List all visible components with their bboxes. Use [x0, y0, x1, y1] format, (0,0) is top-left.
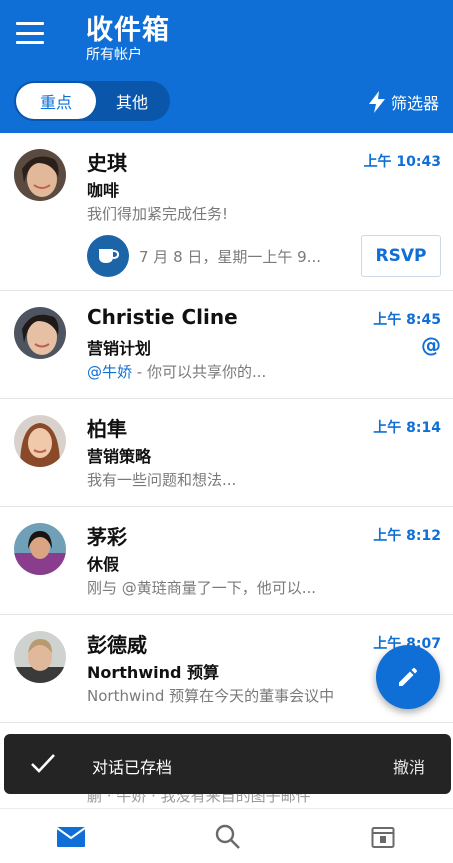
pencil-icon [399, 667, 418, 686]
message-preview: 我有一些问题和想法... [87, 471, 237, 489]
message-time: 上午 10:43 [363, 154, 441, 170]
mention-text: @牛娇 [87, 363, 133, 381]
event-time-text: 7 月 8 日，星期一上午 9... [139, 248, 322, 266]
message-item[interactable]: 史琪 上午 10:43 咖啡 我们得加紧完成任务! 7 月 8 日，星期一上午 … [0, 133, 453, 291]
preview-text: - 你可以共享你的... [132, 363, 267, 381]
compose-button[interactable] [376, 645, 440, 709]
message-subject: 休假 [87, 555, 120, 574]
avatar [14, 307, 66, 359]
tab-focused[interactable]: 重点 [16, 83, 96, 119]
mention-at-icon: @ [421, 333, 441, 357]
tab-other[interactable]: 其他 [96, 83, 168, 119]
search-nav-button[interactable] [213, 823, 243, 851]
message-item[interactable]: 茅彩 上午 8:12 休假 刚与 @黄琏商量了一下，他可以... [0, 507, 453, 615]
coffee-cup-icon [87, 235, 129, 277]
lightning-icon [368, 91, 385, 113]
filter-button[interactable]: 筛选器 [368, 90, 439, 114]
message-subject: 营销计划 [87, 339, 152, 358]
sender-name: 柏隼 [87, 417, 127, 441]
sender-name: 彭德威 [87, 633, 147, 657]
account-subtitle: 所有帐户 [86, 47, 142, 63]
bottom-nav [0, 808, 453, 863]
message-time: 上午 8:14 [373, 420, 441, 436]
avatar [14, 523, 66, 575]
page-title: 收件箱 [86, 15, 170, 46]
mail-icon [57, 827, 85, 847]
message-preview: Northwind 预算在今天的董事会议中 [87, 687, 335, 705]
filter-label: 筛选器 [390, 94, 439, 113]
avatar [14, 631, 66, 683]
rsvp-button[interactable]: RSVP [361, 235, 441, 277]
message-subject: 营销策略 [87, 447, 152, 466]
check-icon [31, 754, 55, 773]
avatar [14, 149, 66, 201]
mail-nav-button[interactable] [56, 823, 86, 851]
snackbar: 对话已存档 撤消 [4, 734, 451, 794]
message-subject: Northwind 预算 [87, 663, 219, 682]
calendar-nav-button[interactable] [368, 823, 398, 851]
message-item[interactable]: 柏隼 上午 8:14 营销策略 我有一些问题和想法... [0, 399, 453, 507]
message-preview: @牛娇 - 你可以共享你的... [87, 361, 387, 382]
message-preview: 刚与 @黄琏商量了一下，他可以... [87, 579, 317, 597]
inbox-toggle: 重点 其他 [14, 81, 170, 121]
message-time: 上午 8:12 [373, 528, 441, 544]
sender-name: Christie Cline [87, 305, 238, 329]
snackbar-message: 对话已存档 [92, 758, 173, 777]
message-preview: 我们得加紧完成任务! [87, 205, 229, 223]
calendar-icon [371, 827, 395, 848]
message-list: 史琪 上午 10:43 咖啡 我们得加紧完成任务! 7 月 8 日，星期一上午 … [0, 133, 453, 723]
app-header: 收件箱 所有帐户 重点 其他 筛选器 [0, 0, 453, 133]
event-row: 7 月 8 日，星期一上午 9... RSVP [87, 235, 441, 277]
undo-button[interactable]: 撤消 [393, 754, 425, 778]
search-icon [215, 824, 240, 849]
message-item[interactable]: Christie Cline 上午 8:45 @ 营销计划 @牛娇 - 你可以共… [0, 291, 453, 399]
avatar [14, 415, 66, 467]
menu-icon[interactable] [16, 22, 44, 44]
sender-name: 茅彩 [87, 525, 127, 549]
sender-name: 史琪 [87, 151, 127, 175]
message-time: 上午 8:45 [373, 312, 441, 328]
message-subject: 咖啡 [87, 181, 120, 200]
